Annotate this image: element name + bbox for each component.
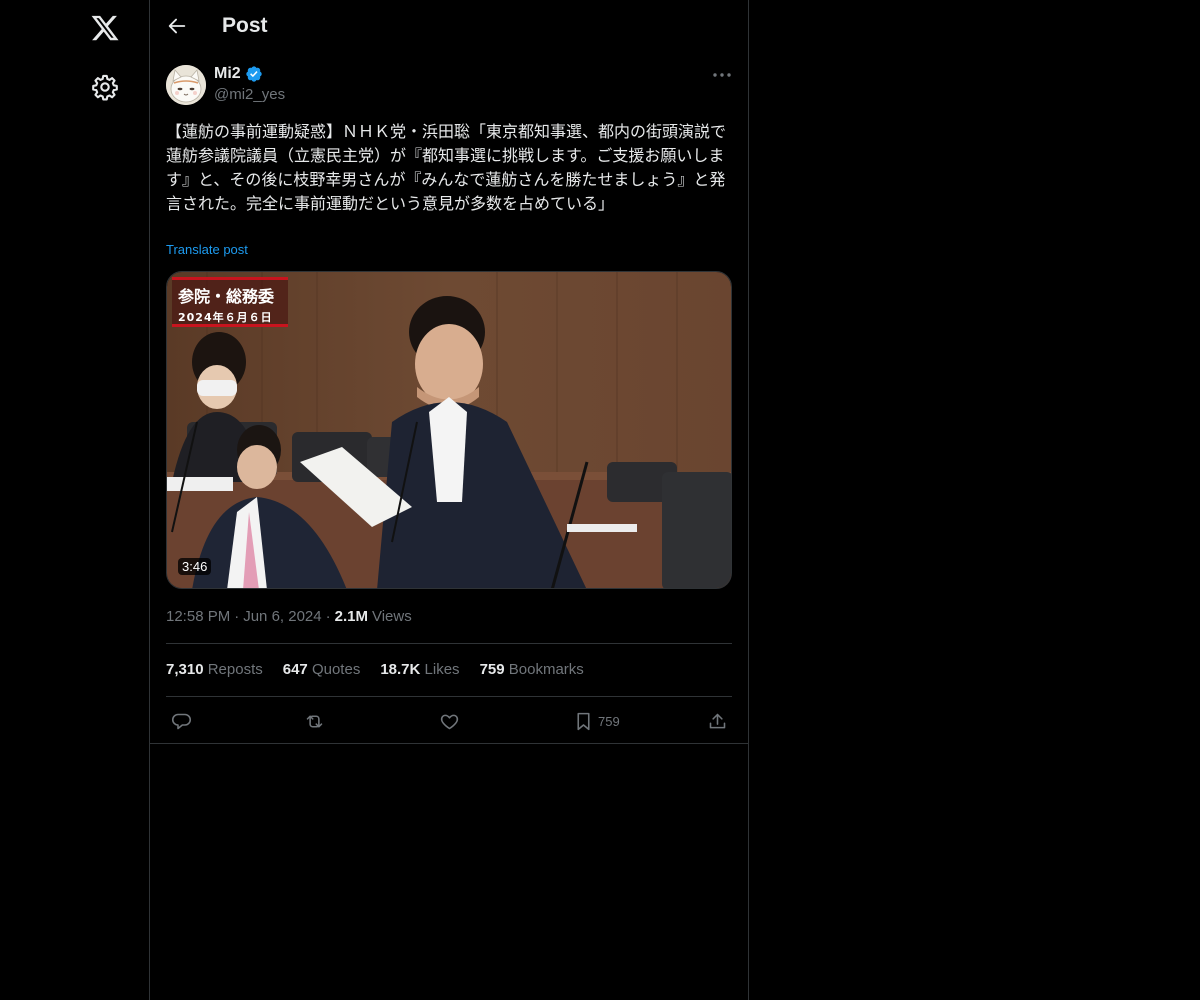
stat-bookmarks-count: 759: [479, 661, 505, 678]
author-name-row: Mi2: [214, 65, 263, 83]
meta-separator: ·: [325, 608, 331, 625]
stat-quotes-count: 647: [282, 661, 308, 678]
stat-reposts-count: 7,310: [166, 661, 204, 678]
x-logo-icon[interactable]: [89, 13, 121, 43]
reply-button[interactable]: [171, 710, 192, 732]
verified-badge-icon: [245, 66, 262, 82]
post-time[interactable]: 12:58 PM: [166, 608, 230, 625]
video-player[interactable]: 参院・総務委 2024年６月６日 3:46: [166, 271, 732, 589]
stat-quotes[interactable]: 647 Quotes: [283, 661, 361, 678]
bookmark-count: 759: [598, 713, 620, 729]
author-handle[interactable]: @mi2_yes: [214, 86, 285, 103]
meta-separator: ·: [234, 608, 240, 625]
main-column: Post Mi2 @mi2_yes 【蓮舫の事前運動疑惑】ＮＨＫ党・浜田聡「東京…: [149, 0, 749, 1000]
stat-bookmarks-label: Bookmarks: [508, 661, 584, 678]
views-label: Views: [371, 608, 412, 625]
bookmark-icon: [577, 712, 590, 730]
post-date[interactable]: Jun 6, 2024: [243, 608, 321, 625]
translate-post-link[interactable]: Translate post: [166, 242, 248, 257]
repost-button[interactable]: [304, 710, 325, 732]
more-options-icon[interactable]: [712, 67, 732, 83]
avatar[interactable]: [166, 65, 206, 105]
divider: [150, 743, 748, 744]
stat-likes-count: 18.7K: [380, 661, 421, 678]
video-duration-badge: 3:46: [178, 558, 212, 575]
share-icon: [709, 713, 726, 728]
stat-reposts-label: Reposts: [207, 661, 263, 678]
post-header: Post: [150, 0, 748, 53]
stat-likes-label: Likes: [424, 661, 460, 678]
video-caption-tag: 参院・総務委 2024年６月６日: [172, 277, 288, 327]
engagement-stats: 7,310 Reposts 647 Quotes 18.7K Likes 759…: [166, 661, 584, 678]
stat-bookmarks[interactable]: 759 Bookmarks: [480, 661, 584, 678]
like-button[interactable]: [439, 710, 460, 732]
left-navigation: [0, 0, 150, 1000]
stat-reposts[interactable]: 7,310 Reposts: [166, 661, 263, 678]
share-button[interactable]: [707, 710, 728, 732]
gear-icon[interactable]: [91, 73, 119, 101]
repost-icon: [306, 714, 323, 728]
video-caption-date: 2024年６月６日: [178, 311, 273, 324]
stat-likes[interactable]: 18.7K Likes: [380, 661, 459, 678]
views-count: 2.1M: [334, 608, 368, 625]
divider: [166, 643, 732, 644]
stat-quotes-label: Quotes: [311, 661, 361, 678]
bookmark-button[interactable]: 759: [573, 710, 620, 732]
author-display-name[interactable]: Mi2: [214, 65, 241, 83]
action-bar: 759: [150, 697, 748, 744]
reply-icon: [172, 713, 191, 729]
page-title: Post: [222, 14, 268, 37]
video-caption-title: 参院・総務委: [178, 287, 275, 306]
post-text: 【蓮舫の事前運動疑惑】ＮＨＫ党・浜田聡「東京都知事選、都内の街頭演説で蓮舫参議院…: [166, 122, 727, 213]
back-arrow-icon[interactable]: [166, 15, 188, 37]
post-meta: 12:58 PM · Jun 6, 2024 · 2.1M Views: [166, 608, 412, 625]
like-icon: [440, 714, 459, 729]
